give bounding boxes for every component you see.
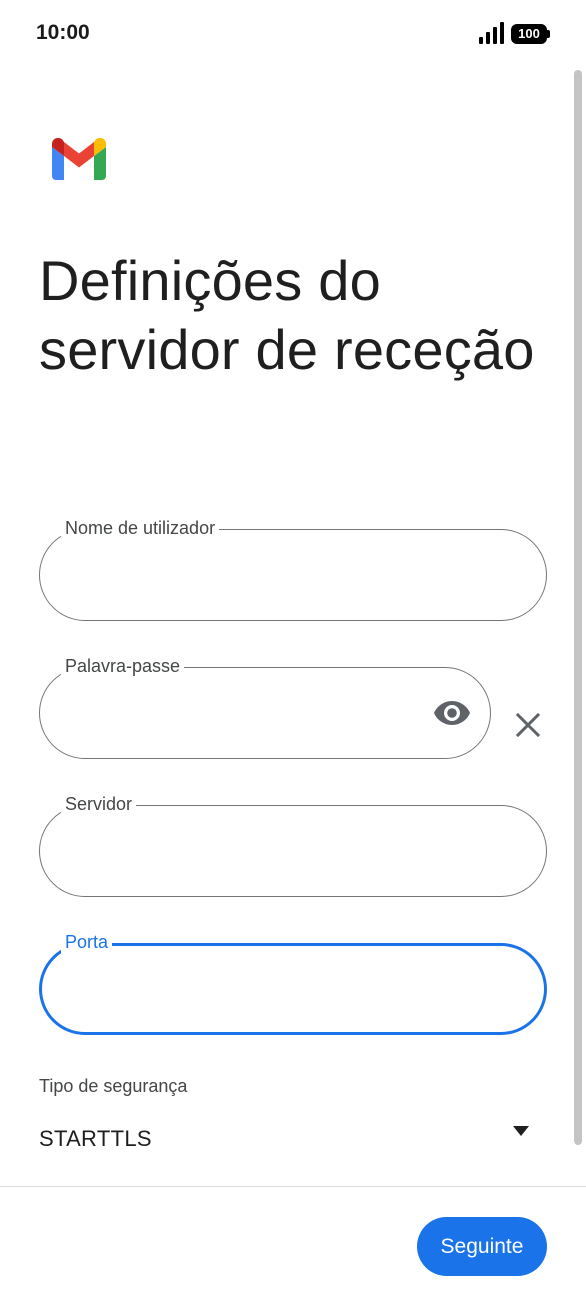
dropdown-arrow-icon[interactable] bbox=[512, 1125, 530, 1137]
screen: 10:00 100 Definições do servidor de rece… bbox=[0, 0, 586, 1305]
battery-icon: 100 bbox=[511, 24, 551, 44]
password-field[interactable]: Palavra-passe bbox=[39, 655, 491, 759]
gmail-logo bbox=[52, 138, 106, 180]
battery-tip bbox=[547, 30, 550, 38]
security-type-label: Tipo de segurança bbox=[39, 1076, 188, 1096]
port-field[interactable]: Porta bbox=[39, 931, 547, 1035]
eye-icon[interactable] bbox=[433, 698, 471, 728]
divider bbox=[0, 1186, 586, 1187]
server-input[interactable] bbox=[65, 805, 477, 897]
page-title: Definições do servidor de receção bbox=[39, 249, 535, 381]
signal-icon bbox=[479, 22, 504, 44]
close-icon[interactable] bbox=[513, 710, 543, 740]
username-field[interactable]: Nome de utilizador bbox=[39, 517, 547, 621]
next-button[interactable]: Seguinte bbox=[417, 1217, 547, 1276]
password-input[interactable] bbox=[65, 667, 421, 759]
port-input[interactable] bbox=[65, 943, 477, 1035]
security-type-select[interactable]: STARTTLS bbox=[39, 1118, 547, 1162]
battery-level: 100 bbox=[511, 24, 547, 44]
status-time: 10:00 bbox=[36, 21, 90, 44]
server-field[interactable]: Servidor bbox=[39, 793, 547, 897]
scrollbar[interactable] bbox=[574, 70, 582, 1145]
username-input[interactable] bbox=[65, 529, 477, 621]
security-type-value: STARTTLS bbox=[39, 1126, 152, 1151]
status-bar: 10:00 100 bbox=[0, 0, 586, 66]
